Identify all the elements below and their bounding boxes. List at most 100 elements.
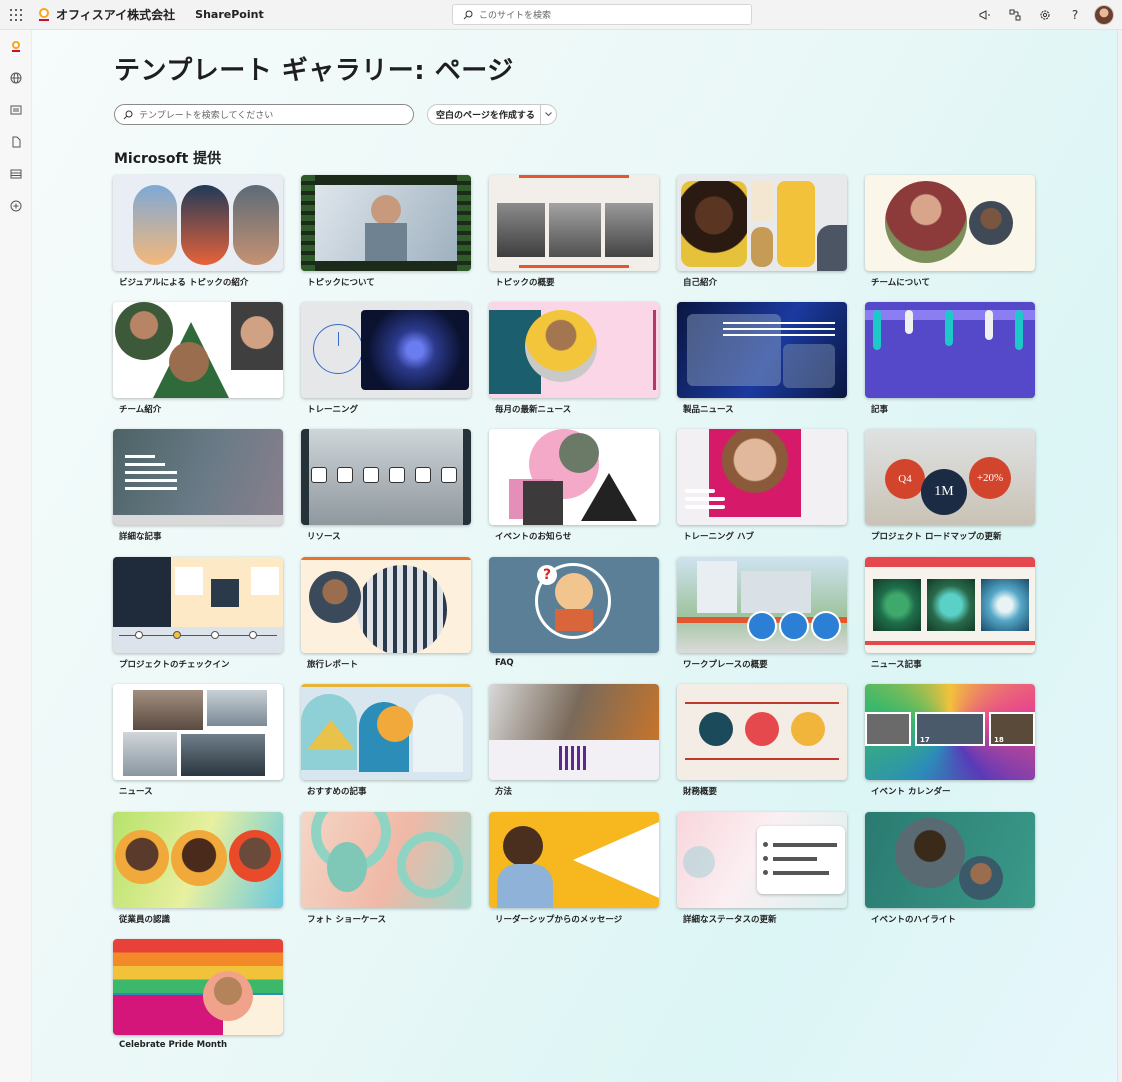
site-search-placeholder: このサイトを検索 [479, 11, 552, 21]
document-icon[interactable] [0, 126, 32, 158]
template-card[interactable]: リソース [301, 429, 471, 549]
template-thumbnail: ? [489, 557, 659, 653]
gear-icon[interactable] [1030, 0, 1060, 30]
template-label: Celebrate Pride Month [119, 1040, 228, 1050]
site-search-input[interactable]: このサイトを検索 [452, 4, 752, 25]
template-thumbnail [677, 557, 847, 653]
template-thumbnail [301, 302, 471, 398]
template-thumbnail: 17 18 [865, 684, 1035, 780]
template-thumbnail [865, 557, 1035, 653]
template-label: トピックの概要 [495, 278, 555, 288]
list-icon[interactable] [0, 158, 32, 190]
org-name[interactable]: オフィスアイ株式会社 [56, 6, 175, 23]
rail-home-icon[interactable] [0, 30, 32, 62]
chevron-down-icon[interactable] [540, 105, 556, 124]
template-card[interactable]: ニュース記事 [865, 557, 1035, 677]
template-thumbnail [865, 812, 1035, 908]
template-card[interactable]: トレーニング [301, 302, 471, 422]
template-card[interactable]: Q4 1M +20% プロジェクト ロードマップの更新 [865, 429, 1035, 549]
template-card[interactable]: チームについて [865, 175, 1035, 295]
template-search-input[interactable]: テンプレートを検索してください [114, 104, 414, 125]
template-label: ワークプレースの概要 [683, 660, 768, 670]
template-label: ビジュアルによる トピックの紹介 [119, 278, 249, 288]
template-thumbnail [489, 175, 659, 271]
template-card[interactable]: ? FAQ [489, 557, 659, 677]
news-icon[interactable] [0, 94, 32, 126]
template-label: 詳細な記事 [119, 532, 162, 542]
left-rail [0, 30, 32, 1082]
template-label: FAQ [495, 658, 514, 668]
template-label: フォト ショーケース [307, 915, 387, 925]
template-label: 旅行レポート [307, 660, 359, 670]
template-label: イベントのハイライト [871, 915, 956, 925]
template-thumbnail [865, 302, 1035, 398]
template-thumbnail [301, 557, 471, 653]
megaphone-icon[interactable] [970, 0, 1000, 30]
app-launcher-button[interactable] [0, 0, 32, 30]
template-thumbnail [301, 429, 471, 525]
template-card[interactable]: 自己紹介 [677, 175, 847, 295]
template-card[interactable]: 記事 [865, 302, 1035, 422]
template-label: トピックについて [307, 278, 375, 288]
search-icon [123, 110, 133, 119]
user-avatar[interactable] [1094, 5, 1114, 25]
template-card[interactable]: トレーニング ハブ [677, 429, 847, 549]
template-thumbnail [677, 429, 847, 525]
template-card[interactable]: おすすめの記事 [301, 684, 471, 804]
section-title: Microsoft 提供 [114, 151, 222, 167]
template-search-placeholder: テンプレートを検索してください [139, 111, 274, 121]
template-thumbnail [301, 684, 471, 780]
template-card[interactable]: 財務概要 [677, 684, 847, 804]
template-label: チームについて [871, 278, 930, 288]
template-label: イベント カレンダー [871, 787, 951, 797]
create-blank-page-label: 空白のページを作成する [436, 111, 535, 121]
roadmap-badge: 1M [921, 469, 967, 515]
template-label: 従業員の認識 [119, 915, 171, 925]
template-card[interactable]: 毎月の最新ニュース [489, 302, 659, 422]
template-thumbnail [113, 429, 283, 525]
template-label: リソース [307, 532, 341, 542]
search-icon [463, 10, 473, 19]
template-thumbnail [489, 302, 659, 398]
help-icon[interactable]: ? [1060, 0, 1090, 30]
template-card[interactable]: 詳細なステータスの更新 [677, 812, 847, 932]
template-label: 財務概要 [683, 787, 718, 797]
template-label: ニュース [119, 787, 153, 797]
template-card[interactable]: Celebrate Pride Month [113, 939, 283, 1059]
template-card[interactable]: 旅行レポート [301, 557, 471, 677]
template-card[interactable]: フォト ショーケース [301, 812, 471, 932]
calendar-day: 18 [989, 712, 1035, 746]
template-thumbnail [113, 684, 283, 780]
app-name[interactable]: SharePoint [195, 8, 264, 21]
globe-icon[interactable] [0, 62, 32, 94]
share-network-icon[interactable] [1000, 0, 1030, 30]
template-card[interactable]: リーダーシップからのメッセージ [489, 812, 659, 932]
create-blank-page-button[interactable]: 空白のページを作成する [427, 104, 557, 125]
template-label: トレーニング [307, 405, 359, 415]
template-card[interactable]: イベントのお知らせ [489, 429, 659, 549]
template-card[interactable]: プロジェクトのチェックイン [113, 557, 283, 677]
template-card[interactable]: チーム紹介 [113, 302, 283, 422]
waffle-icon [10, 8, 22, 21]
calendar-day: 17 [915, 712, 985, 746]
page-title: テンプレート ギャラリー: ページ [114, 56, 514, 86]
template-card[interactable]: 詳細な記事 [113, 429, 283, 549]
template-card[interactable]: ワークプレースの概要 [677, 557, 847, 677]
template-label: 記事 [871, 405, 889, 415]
template-thumbnail [301, 812, 471, 908]
template-card[interactable]: イベントのハイライト [865, 812, 1035, 932]
template-label: 方法 [495, 787, 513, 797]
template-card[interactable]: 従業員の認識 [113, 812, 283, 932]
template-card[interactable]: 方法 [489, 684, 659, 804]
template-card[interactable]: 製品ニュース [677, 302, 847, 422]
template-card[interactable]: トピックの概要 [489, 175, 659, 295]
template-label: 毎月の最新ニュース [495, 405, 572, 415]
template-label: 製品ニュース [683, 405, 734, 415]
template-card[interactable]: 17 18 イベント カレンダー [865, 684, 1035, 804]
roadmap-badge: Q4 [885, 459, 925, 499]
template-card[interactable]: トピックについて [301, 175, 471, 295]
add-circle-icon[interactable] [0, 190, 32, 222]
org-logo-icon [39, 7, 49, 21]
template-card[interactable]: ニュース [113, 684, 283, 804]
template-card[interactable]: ビジュアルによる トピックの紹介 [113, 175, 283, 295]
